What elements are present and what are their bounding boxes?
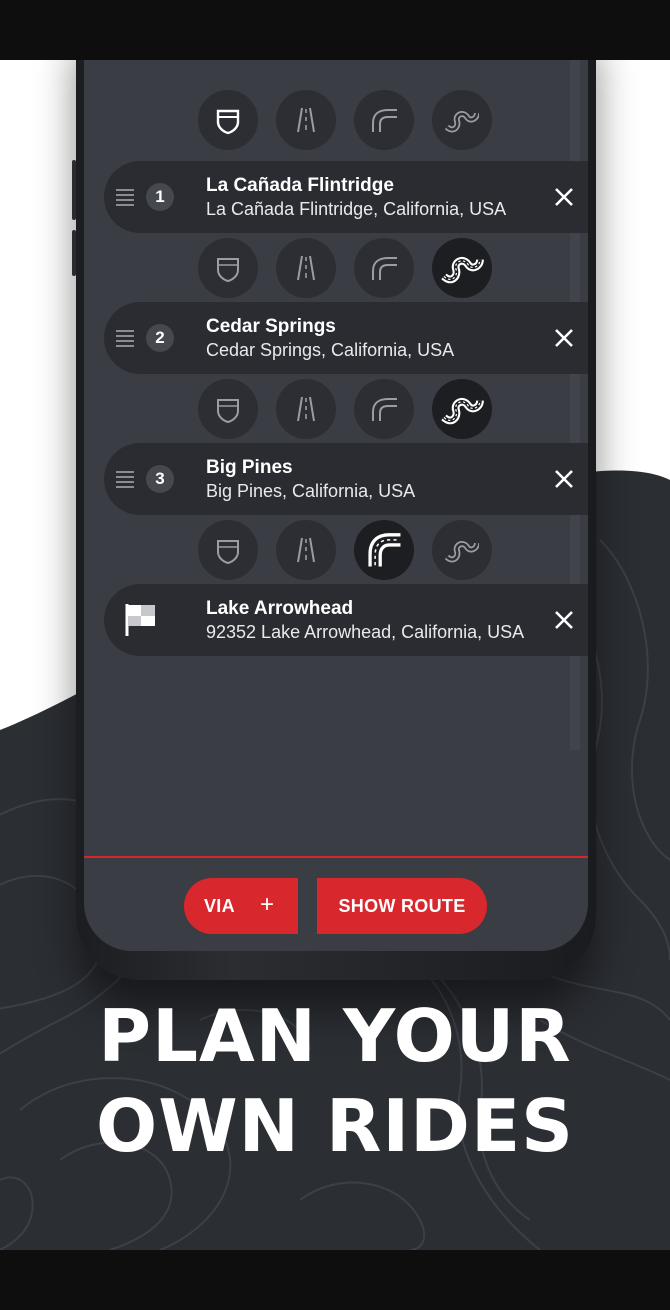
twisty-road-icon xyxy=(441,256,484,284)
curvy-road-icon xyxy=(372,398,397,421)
action-bar-divider xyxy=(84,856,588,858)
road-type-curvy-button[interactable] xyxy=(354,520,414,580)
road-type-curvy-button[interactable] xyxy=(354,238,414,298)
waypoint-row[interactable]: 2 Cedar Springs Cedar Springs, Californi… xyxy=(104,302,588,374)
road-type-highway-button[interactable] xyxy=(198,379,258,439)
road-type-curvy-button[interactable] xyxy=(354,90,414,150)
curvy-road-icon xyxy=(372,257,397,280)
waypoint-title: Cedar Springs xyxy=(206,316,336,337)
road-type-straight-button[interactable] xyxy=(276,520,336,580)
straight-road-icon xyxy=(297,255,315,281)
road-type-twisty-button[interactable] xyxy=(432,238,492,298)
waypoint-address: Cedar Springs, California, USA xyxy=(206,340,455,360)
top-status-bar xyxy=(0,0,670,60)
waypoint-address: La Cañada Flintridge, California, USA xyxy=(206,199,507,219)
curvy-road-icon xyxy=(368,533,401,567)
waypoint-number-badge: 2 xyxy=(146,324,174,352)
road-type-straight-button[interactable] xyxy=(276,238,336,298)
straight-road-icon xyxy=(297,396,315,422)
twisty-road-icon xyxy=(445,541,479,563)
road-type-twisty-button[interactable] xyxy=(432,520,492,580)
twisty-road-icon xyxy=(441,397,484,425)
waypoint-row[interactable]: 1 La Cañada Flintridge La Cañada Flintri… xyxy=(104,161,588,233)
remove-waypoint-close-icon[interactable] xyxy=(554,469,574,489)
road-type-straight-button[interactable] xyxy=(276,379,336,439)
straight-road-icon xyxy=(297,537,315,563)
via-button-label: VIA xyxy=(204,895,235,916)
highway-icon xyxy=(217,540,239,565)
straight-road-icon xyxy=(297,107,315,133)
waypoint-title: La Cañada Flintridge xyxy=(206,175,394,196)
drag-handle-icon[interactable] xyxy=(116,330,134,347)
remove-destination-close-icon[interactable] xyxy=(554,610,574,630)
phone-volume-button xyxy=(72,160,76,220)
waypoint-number-badge: 1 xyxy=(146,183,174,211)
add-via-button[interactable]: VIA + xyxy=(184,878,298,934)
highway-icon xyxy=(216,109,240,135)
waypoint-title: Big Pines xyxy=(206,457,293,478)
twisty-road-icon xyxy=(445,111,479,133)
destination-title: Lake Arrowhead xyxy=(206,598,354,619)
highway-icon xyxy=(217,399,239,424)
waypoint-address: Big Pines, California, USA xyxy=(206,481,416,501)
drag-handle-icon[interactable] xyxy=(116,471,134,488)
phone-volume-button xyxy=(72,230,76,276)
curvy-road-icon xyxy=(372,109,397,132)
bottom-bar xyxy=(0,1250,670,1310)
road-type-twisty-button[interactable] xyxy=(432,379,492,439)
road-type-curvy-button[interactable] xyxy=(354,379,414,439)
road-type-highway-button[interactable] xyxy=(198,90,258,150)
road-type-highway-button[interactable] xyxy=(198,238,258,298)
destination-row[interactable]: Lake Arrowhead 92352 Lake Arrowhead, Cal… xyxy=(104,584,588,656)
promo-scene: 1 La Cañada Flintridge La Cañada Flintri… xyxy=(0,60,670,1250)
remove-waypoint-close-icon[interactable] xyxy=(554,328,574,348)
app-screen: 1 La Cañada Flintridge La Cañada Flintri… xyxy=(84,60,588,951)
road-type-twisty-button[interactable] xyxy=(432,90,492,150)
remove-waypoint-close-icon[interactable] xyxy=(554,187,574,207)
destination-address: 92352 Lake Arrowhead, California, USA xyxy=(206,622,525,642)
headline-line-2: OWN RIDES xyxy=(96,1084,574,1168)
plus-icon: + xyxy=(260,891,275,918)
waypoint-row[interactable]: 3 Big Pines Big Pines, California, USA xyxy=(104,443,588,515)
drag-handle-icon[interactable] xyxy=(116,189,134,206)
waypoint-number-badge: 3 xyxy=(146,465,174,493)
highway-icon xyxy=(217,258,239,283)
finish-flag-icon xyxy=(125,604,155,636)
road-type-highway-button[interactable] xyxy=(198,520,258,580)
headline-line-1: PLAN YOUR xyxy=(98,994,572,1078)
show-route-label: SHOW ROUTE xyxy=(338,895,466,916)
show-route-button[interactable]: SHOW ROUTE xyxy=(317,878,487,934)
road-type-straight-button[interactable] xyxy=(276,90,336,150)
